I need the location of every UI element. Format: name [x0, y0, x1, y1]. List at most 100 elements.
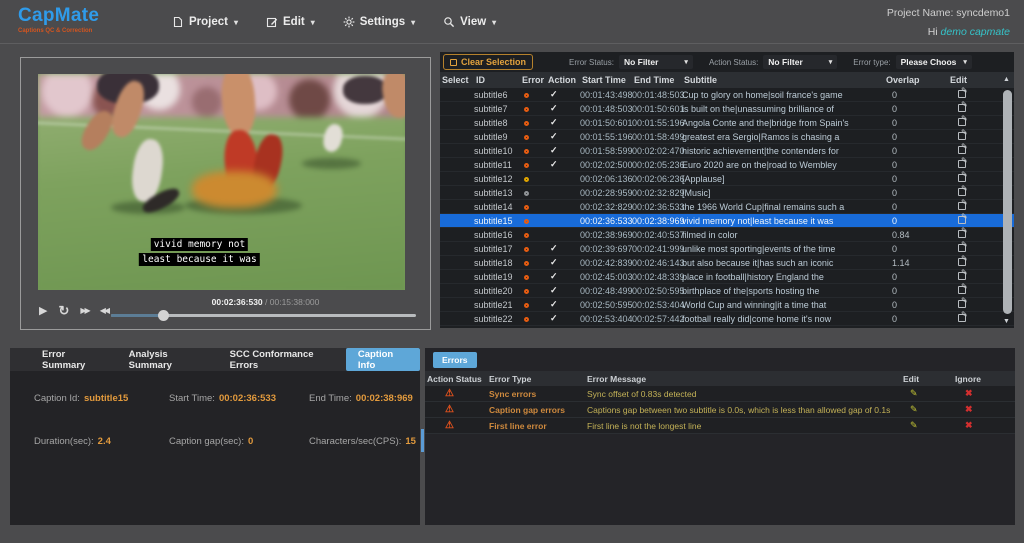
cell-edit: [948, 188, 1000, 198]
cell-end-time: 00:01:58:499: [632, 132, 682, 142]
play-button-icon[interactable]: ▶: [39, 304, 47, 318]
menu-edit[interactable]: Edit▾: [266, 16, 315, 28]
edit-icon[interactable]: [958, 286, 966, 294]
rewind-icon[interactable]: ◀◀: [100, 304, 108, 318]
edit-icon[interactable]: [958, 258, 966, 266]
table-row[interactable]: subtitle7✓00:01:48:50300:01:50:601is bui…: [440, 102, 1014, 116]
edit-icon[interactable]: [958, 230, 966, 238]
edit-icon: [266, 16, 278, 28]
table-row[interactable]: subtitle17✓00:02:39:69700:02:41:999unlik…: [440, 242, 1014, 256]
cell-edit: [948, 104, 1000, 114]
action-check-icon: ✓: [546, 89, 580, 100]
edit-icon[interactable]: [958, 104, 966, 112]
edit-icon[interactable]: [958, 174, 966, 182]
ignore-x-icon[interactable]: ✖: [955, 388, 1015, 399]
edit-pencil-icon[interactable]: ✎: [903, 420, 955, 431]
filter-select[interactable]: No Filter▾: [763, 55, 837, 69]
action-check-icon: ✓: [546, 313, 580, 324]
tab-caption-info[interactable]: Caption Info: [346, 348, 420, 371]
info-tab-bar: Error SummaryAnalysis SummarySCC Conform…: [10, 348, 420, 371]
table-row[interactable]: subtitle19✓00:02:45:00300:02:48:339place…: [440, 270, 1014, 284]
edit-icon[interactable]: [958, 314, 966, 322]
scrollbar-thumb[interactable]: [1003, 90, 1012, 314]
table-row[interactable]: subtitle21✓00:02:50:59500:02:53:404World…: [440, 298, 1014, 312]
edit-icon[interactable]: [958, 272, 966, 280]
cell-edit: [948, 300, 1000, 310]
tab-errors[interactable]: Errors: [433, 352, 477, 368]
error-status-icon: [524, 261, 529, 266]
filter-select[interactable]: Please Choos▾: [896, 55, 972, 69]
video-frame[interactable]: vivid memory notleast because it was: [38, 74, 405, 290]
greeting: Hi demo capmate: [887, 26, 1010, 38]
cell-edit: [948, 216, 1000, 226]
edit-icon[interactable]: [958, 300, 966, 308]
table-row[interactable]: subtitle10✓00:01:58:59900:02:02:470histo…: [440, 144, 1014, 158]
table-row[interactable]: subtitle9✓00:01:55:19600:01:58:499greate…: [440, 130, 1014, 144]
cell-end-time: 00:02:50:595: [632, 286, 682, 296]
cell-subtitle: place in football|history England the: [682, 272, 884, 282]
tab-error-summary[interactable]: Error Summary: [30, 348, 117, 371]
menu-view[interactable]: View▾: [443, 16, 496, 28]
user-box: Project Name: syncdemo1 Hi demo capmate: [887, 7, 1010, 38]
filter-actionstatus: Action Status:No Filter▾: [709, 55, 837, 69]
cell-edit: [948, 118, 1000, 128]
clear-selection-button[interactable]: Clear Selection: [443, 54, 533, 70]
seek-handle[interactable]: [158, 310, 169, 321]
ignore-x-icon[interactable]: ✖: [955, 404, 1015, 415]
error-status-icon: [524, 163, 529, 168]
cell-error: [520, 272, 546, 282]
cell-id: subtitle14: [474, 202, 520, 212]
edit-icon[interactable]: [958, 146, 966, 154]
filter-select[interactable]: No Filter▾: [619, 55, 693, 69]
cell-end-time: 00:02:41:999: [632, 244, 682, 254]
table-row[interactable]: subtitle1400:02:32:82900:02:36:533the 19…: [440, 200, 1014, 214]
cell-edit: [948, 146, 1000, 156]
cell-overlap: 0: [884, 244, 948, 254]
error-message: First line is not the longest line: [587, 421, 903, 431]
menu-settings[interactable]: Settings▾: [343, 16, 415, 28]
info-field-value: 00:02:38:969: [356, 393, 413, 404]
menu-project[interactable]: Project▾: [172, 16, 238, 28]
cell-edit: [948, 202, 1000, 212]
column-header-select: Select: [440, 75, 474, 85]
edit-icon[interactable]: [958, 160, 966, 168]
table-row[interactable]: subtitle1300:02:28:95900:02:32:829[Music…: [440, 186, 1014, 200]
scrollbar-down-icon[interactable]: ▼: [1001, 318, 1012, 325]
edit-icon[interactable]: [958, 118, 966, 126]
edit-icon[interactable]: [958, 244, 966, 252]
table-row[interactable]: subtitle1200:02:06:13600:02:06:236[Appla…: [440, 172, 1014, 186]
table-row[interactable]: subtitle11✓00:02:02:50000:02:05:236Euro …: [440, 158, 1014, 172]
cell-select: [440, 286, 474, 296]
table-row[interactable]: subtitle20✓00:02:48:49900:02:50:595birth…: [440, 284, 1014, 298]
seek-bar[interactable]: [111, 314, 416, 317]
table-row[interactable]: subtitle1500:02:36:53300:02:38:969vivid …: [440, 214, 1014, 228]
filter-errorstatus: Error Status:No Filter▾: [569, 55, 693, 69]
caption-info-panel: Error SummaryAnalysis SummarySCC Conform…: [10, 348, 420, 525]
edit-pencil-icon[interactable]: ✎: [903, 388, 955, 399]
scrollbar-up-icon[interactable]: ▲: [1001, 76, 1012, 83]
error-status-icon: [524, 275, 529, 280]
table-row[interactable]: subtitle6✓00:01:43:49800:01:48:503Cup to…: [440, 88, 1014, 102]
cell-subtitle: vivid memory not|least because it was: [682, 216, 884, 226]
table-row[interactable]: subtitle1600:02:38:96900:02:40:537filmed…: [440, 228, 1014, 242]
edit-icon[interactable]: [958, 90, 966, 98]
error-message: Sync offset of 0.83s detected: [587, 389, 903, 399]
edit-pencil-icon[interactable]: ✎: [903, 404, 955, 415]
fast-forward-icon[interactable]: ▶▶: [80, 304, 88, 318]
total-time: 00:15:38:000: [270, 297, 320, 307]
menu-label: Settings: [360, 16, 405, 28]
panel-scrollbar-thumb[interactable]: [421, 429, 424, 452]
table-row[interactable]: subtitle18✓00:02:42:83900:02:46:143but a…: [440, 256, 1014, 270]
edit-icon[interactable]: [958, 132, 966, 140]
edit-icon[interactable]: [958, 202, 966, 210]
tab-analysis-summary[interactable]: Analysis Summary: [117, 348, 218, 371]
edit-icon[interactable]: [958, 188, 966, 196]
table-row[interactable]: subtitle22✓00:02:53:40400:02:57:442footb…: [440, 312, 1014, 326]
cell-end-time: 00:02:57:442: [632, 314, 682, 324]
loop-button-icon[interactable]: ↻: [58, 304, 69, 318]
edit-icon[interactable]: [958, 216, 966, 224]
ignore-x-icon[interactable]: ✖: [955, 420, 1015, 431]
table-row[interactable]: subtitle8✓00:01:50:60100:01:55:196Angola…: [440, 116, 1014, 130]
username-link[interactable]: demo capmate: [941, 26, 1010, 38]
tab-scc-conformance-errors[interactable]: SCC Conformance Errors: [218, 348, 346, 371]
